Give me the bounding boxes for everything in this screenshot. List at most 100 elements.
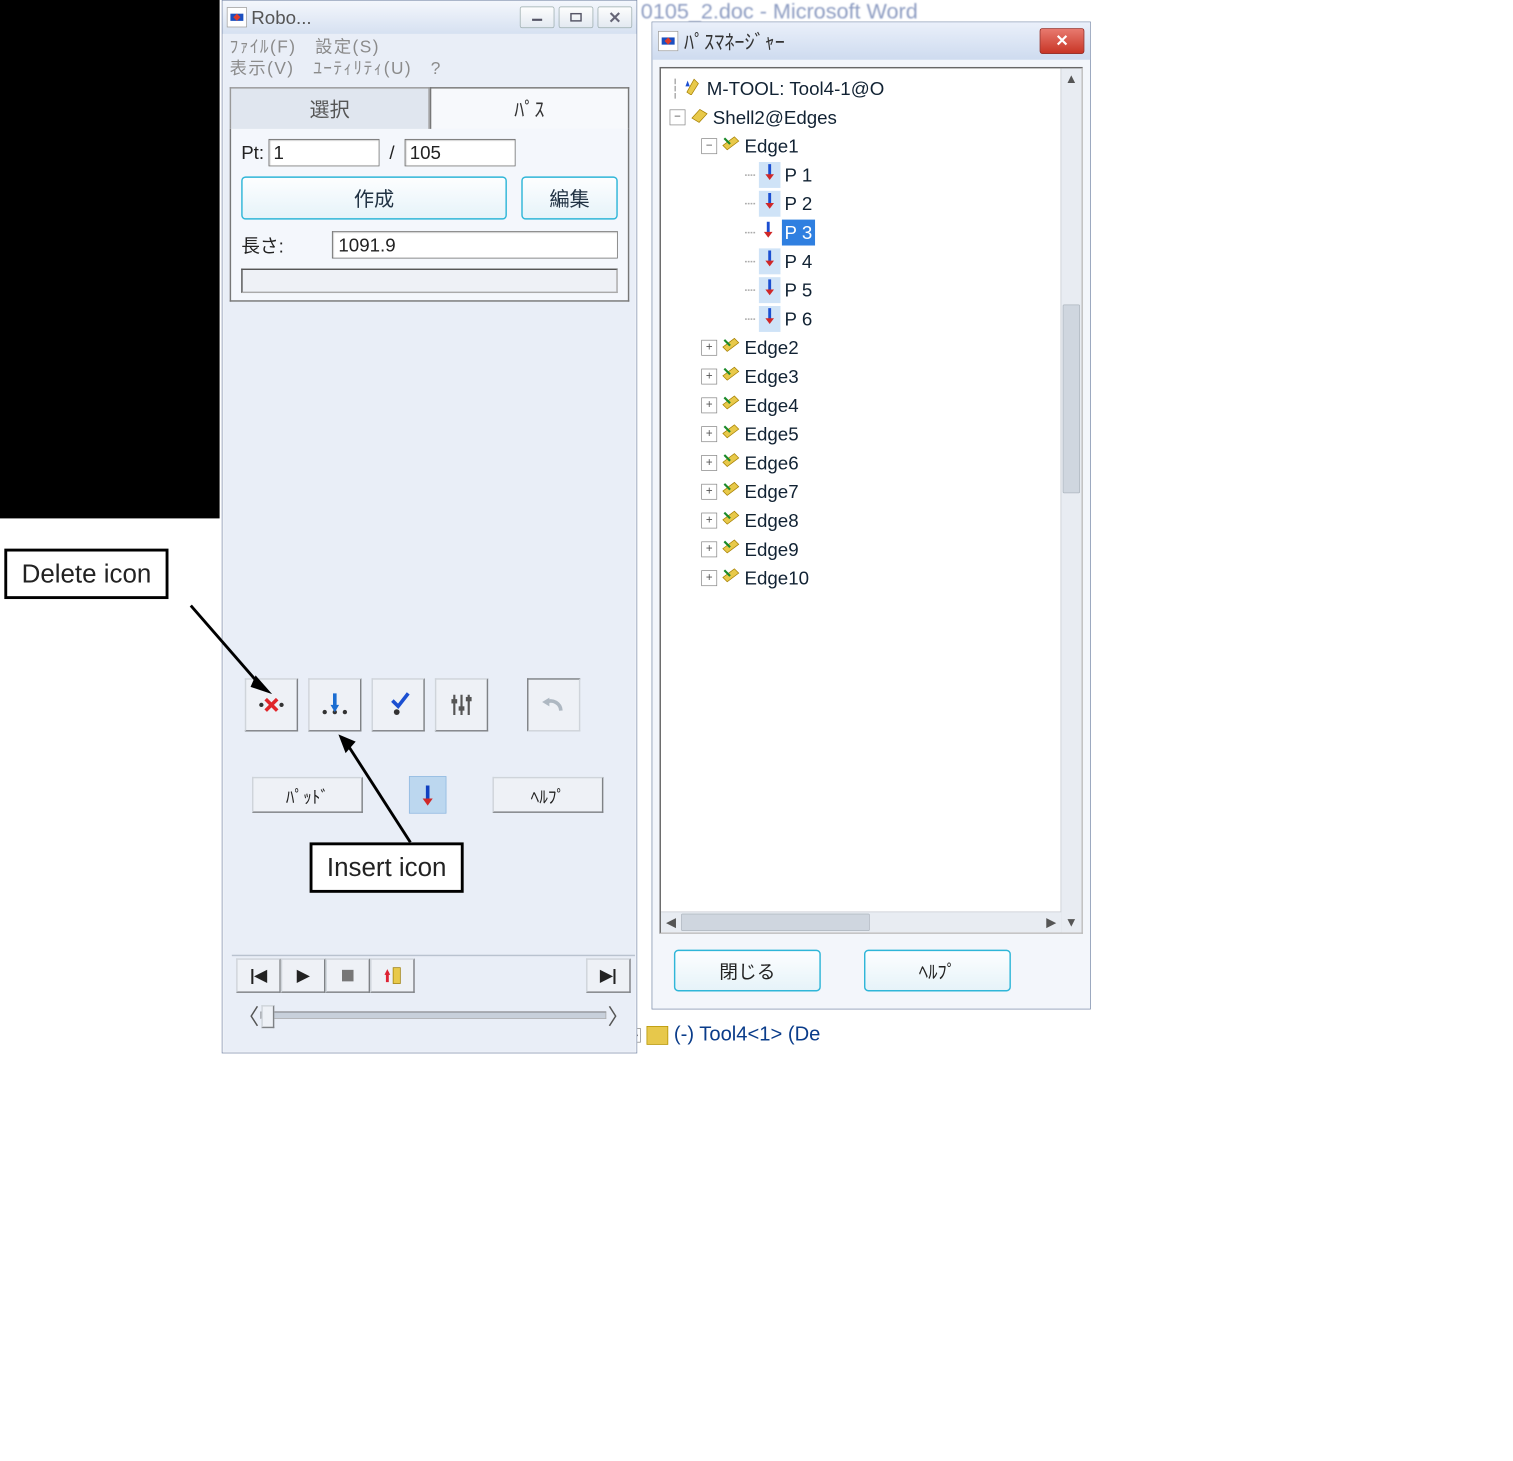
expand-icon[interactable]: +	[701, 426, 717, 442]
expand-icon[interactable]: +	[701, 513, 717, 529]
tree-node-edge[interactable]: +Edge5	[665, 420, 1077, 449]
path-panel: Pt: 1 / 105 作成 編集 長さ: 1091.9	[230, 129, 630, 302]
seek-thumb[interactable]	[261, 1005, 274, 1028]
expand-icon[interactable]: +	[701, 369, 717, 385]
edit-toolbar	[245, 678, 581, 731]
vscroll-thumb[interactable]	[1063, 305, 1080, 494]
edge-icon	[721, 133, 740, 159]
mtool-icon	[684, 75, 703, 101]
maximize-button[interactable]	[559, 6, 594, 28]
playback-spacer	[415, 960, 586, 992]
pt-total-input[interactable]: 105	[405, 139, 516, 166]
pm-tree[interactable]: ┆M-TOOL: Tool4-1@O▲−Shell2@Edges−Edge1┈P…	[661, 68, 1081, 598]
sliders-button[interactable]	[435, 678, 488, 731]
expand-icon[interactable]: +	[701, 541, 717, 557]
tree-node-edge[interactable]: +Edge2	[665, 333, 1077, 362]
background-tool-item: (-) Tool4<1> (De	[626, 1022, 820, 1045]
tree-node-point[interactable]: ┈P 1	[665, 161, 1077, 190]
tree-node-point[interactable]: ┈P 5	[665, 276, 1077, 305]
point-icon	[759, 191, 781, 217]
seek-prev-button[interactable]: 〈	[236, 999, 260, 1031]
stop-button[interactable]	[325, 958, 370, 993]
expand-icon[interactable]: +	[701, 455, 717, 471]
point-icon	[759, 306, 781, 332]
tree-node-edge[interactable]: +Edge7	[665, 477, 1077, 506]
edit-button[interactable]: 編集	[521, 176, 617, 219]
app-icon	[227, 7, 247, 27]
edge-icon	[721, 392, 740, 418]
tree-node-point[interactable]: ┈P 4	[665, 247, 1077, 276]
collapse-icon[interactable]: −	[701, 138, 717, 154]
tree-node-point[interactable]: ┈P 2	[665, 189, 1077, 218]
tree-node-edge[interactable]: +Edge8	[665, 506, 1077, 535]
tree-node-point[interactable]: ┈P 6	[665, 305, 1077, 334]
expand-icon[interactable]: +	[701, 340, 717, 356]
app-icon	[658, 31, 678, 51]
expand-icon[interactable]: +	[701, 484, 717, 500]
pm-close-dialog-button[interactable]: 閉じる	[674, 950, 821, 992]
check-point-button[interactable]	[372, 678, 425, 731]
tree-node-edge1[interactable]: −Edge1	[665, 132, 1077, 161]
secondary-toolbar: ﾊﾟｯﾄﾞ ﾍﾙﾌﾟ	[252, 776, 603, 813]
play-button[interactable]: ▶	[281, 958, 326, 993]
tree-node-mtool[interactable]: ┆M-TOOL: Tool4-1@O▲	[665, 74, 1077, 103]
pm-help-button[interactable]: ﾍﾙﾌﾟ	[864, 950, 1011, 992]
expand-icon[interactable]: +	[701, 570, 717, 586]
help-button[interactable]: ﾍﾙﾌﾟ	[492, 777, 603, 813]
tree-node-edge[interactable]: +Edge4	[665, 391, 1077, 420]
edge-icon	[721, 479, 740, 505]
undo-button[interactable]	[527, 678, 580, 731]
vertical-scrollbar[interactable]: ▲ ▼	[1061, 68, 1082, 932]
edge-icon	[721, 507, 740, 533]
expand-icon[interactable]: +	[701, 397, 717, 413]
horizontal-scrollbar[interactable]: ◀ ▶	[661, 912, 1061, 933]
go-start-button[interactable]: |◀	[236, 958, 281, 993]
status-bar	[241, 269, 618, 293]
path-manager-window: ﾊﾟｽﾏﾈｰｼﾞｬｰ ✕ ┆M-TOOL: Tool4-1@O▲−Shell2@…	[652, 22, 1091, 1010]
edge-icon	[721, 363, 740, 389]
edge-icon	[721, 450, 740, 476]
tree-node-edge[interactable]: +Edge10	[665, 564, 1077, 593]
tab-path[interactable]: ﾊﾟｽ	[429, 87, 629, 129]
robo-window: Robo... ﾌｧｲﾙ(F) 設定(S) 表示(V) ﾕｰﾃｨﾘﾃｨ(U) ?…	[222, 0, 637, 1053]
menu-bar[interactable]: ﾌｧｲﾙ(F) 設定(S) 表示(V) ﾕｰﾃｨﾘﾃｨ(U) ?	[222, 34, 636, 84]
scroll-down-icon[interactable]: ▼	[1061, 912, 1081, 932]
tool-icon	[647, 1026, 669, 1045]
edge-icon	[721, 335, 740, 361]
tree-node-shell[interactable]: −Shell2@Edges	[665, 103, 1077, 132]
tree-node-point[interactable]: ┈P 3	[665, 218, 1077, 247]
tree-node-edge[interactable]: +Edge9	[665, 535, 1077, 564]
tab-select[interactable]: 選択	[230, 87, 430, 129]
seek-next-button[interactable]: 〉	[606, 999, 630, 1031]
close-button[interactable]	[598, 6, 633, 28]
scroll-right-icon[interactable]: ▶	[1041, 912, 1061, 932]
insert-point-button[interactable]	[308, 678, 361, 731]
pt-current-input[interactable]: 1	[268, 139, 379, 166]
pt-separator: /	[389, 141, 394, 163]
edge-icon	[721, 565, 740, 591]
pm-close-button[interactable]: ✕	[1040, 28, 1085, 54]
point-icon	[759, 219, 778, 245]
length-value: 1091.9	[332, 231, 618, 258]
pm-tree-container: ┆M-TOOL: Tool4-1@O▲−Shell2@Edges−Edge1┈P…	[660, 67, 1083, 934]
minimize-button[interactable]	[520, 6, 555, 28]
upload-robot-button[interactable]	[370, 958, 415, 993]
collapse-icon[interactable]: −	[670, 109, 686, 125]
create-button[interactable]: 作成	[241, 176, 507, 219]
shell-icon	[690, 104, 709, 130]
pm-titlebar: ﾊﾟｽﾏﾈｰｼﾞｬｰ ✕	[652, 22, 1090, 59]
callout-delete: Delete icon	[4, 549, 168, 599]
go-end-button[interactable]: ▶|	[586, 958, 631, 993]
seek-bar: 〈 〉	[232, 998, 635, 1033]
hscroll-thumb[interactable]	[681, 914, 870, 931]
scroll-up-icon[interactable]: ▲	[1061, 68, 1081, 88]
scroll-left-icon[interactable]: ◀	[661, 912, 681, 932]
left-black-area	[0, 0, 220, 518]
point-icon	[759, 162, 781, 188]
seek-track[interactable]	[261, 1012, 607, 1019]
edge-icon	[721, 536, 740, 562]
length-label: 長さ:	[241, 231, 327, 258]
tree-node-edge[interactable]: +Edge3	[665, 362, 1077, 391]
playback-bar: |◀ ▶ ▶|	[232, 955, 635, 995]
tree-node-edge[interactable]: +Edge6	[665, 449, 1077, 478]
